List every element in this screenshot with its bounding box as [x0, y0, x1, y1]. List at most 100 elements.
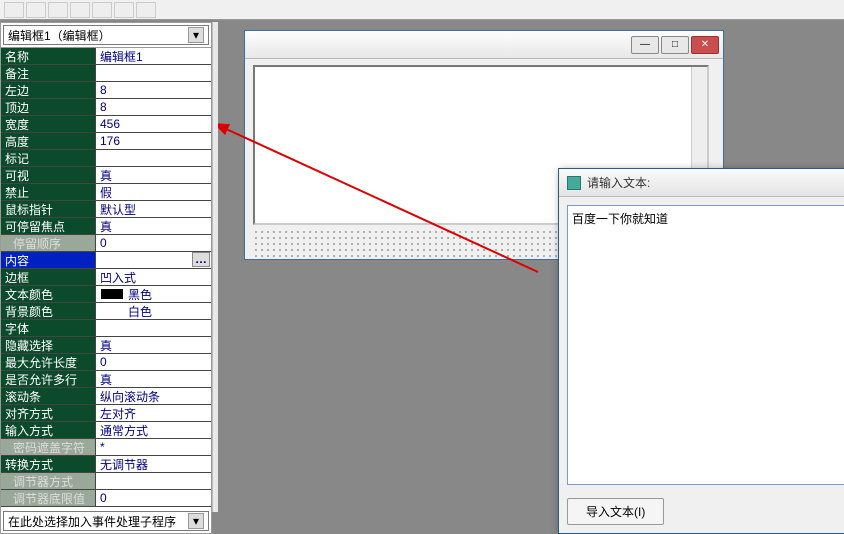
property-value[interactable] [96, 320, 211, 336]
property-value[interactable] [96, 150, 211, 166]
property-row[interactable]: 字体 [1, 320, 211, 337]
property-label: 背景颜色 [1, 303, 96, 319]
close-button[interactable]: ✕ [691, 36, 719, 54]
property-label: 左边 [1, 82, 96, 98]
property-value[interactable] [96, 65, 211, 81]
property-row[interactable]: 对齐方式左对齐 [1, 405, 211, 422]
property-row[interactable]: 名称编辑框1 [1, 48, 211, 65]
object-selector-dropdown[interactable]: 编辑框1（编辑框） ▾ [3, 25, 209, 45]
dropdown-text: 编辑框1（编辑框） [8, 27, 111, 44]
dialog-icon [567, 176, 581, 190]
property-label: 宽度 [1, 116, 96, 132]
text-input-area[interactable] [567, 205, 844, 485]
color-swatch [100, 305, 124, 317]
dialog-titlebar[interactable]: 请输入文本: — □ ✕ [559, 169, 844, 197]
property-row[interactable]: 高度176 [1, 133, 211, 150]
property-value[interactable]: 0 [96, 235, 211, 251]
property-label: 对齐方式 [1, 405, 96, 421]
property-row[interactable]: 是否允许多行真 [1, 371, 211, 388]
property-value[interactable]: 8 [96, 82, 211, 98]
property-row[interactable]: 文本颜色黑色 [1, 286, 211, 303]
property-value[interactable]: 编辑框1 [96, 48, 211, 64]
property-value[interactable]: 通常方式 [96, 422, 211, 438]
property-label: 隐藏选择 [1, 337, 96, 353]
property-row[interactable]: 背景颜色白色 [1, 303, 211, 320]
import-text-button[interactable]: 导入文本(I) [567, 498, 664, 525]
property-value[interactable]: * [96, 439, 211, 455]
property-label: 高度 [1, 133, 96, 149]
property-value[interactable]: … [96, 252, 211, 268]
property-value[interactable]: 无调节器 [96, 456, 211, 472]
property-label: 备注 [1, 65, 96, 81]
property-grid: 名称编辑框1备注左边8顶边8宽度456高度176标记可视真禁止假鼠标指针默认型可… [1, 48, 211, 507]
ellipsis-button[interactable]: … [192, 252, 210, 267]
chevron-down-icon: ▾ [188, 27, 204, 43]
event-handler-dropdown[interactable]: 在此处选择加入事件处理子程序 ▾ [3, 511, 209, 531]
property-row[interactable]: 标记 [1, 150, 211, 167]
property-row[interactable]: 密码遮盖字符* [1, 439, 211, 456]
toolbar-button[interactable] [92, 2, 112, 18]
property-value[interactable]: 白色 [96, 303, 211, 319]
property-row[interactable]: 左边8 [1, 82, 211, 99]
property-row[interactable]: 输入方式通常方式 [1, 422, 211, 439]
property-row[interactable]: 最大允许长度0 [1, 354, 211, 371]
property-value[interactable]: 0 [96, 354, 211, 370]
property-value[interactable]: 真 [96, 218, 211, 234]
property-row[interactable]: 可视真 [1, 167, 211, 184]
property-value[interactable] [96, 473, 211, 489]
property-label: 字体 [1, 320, 96, 336]
toolbar-button[interactable] [4, 2, 24, 18]
property-row[interactable]: 鼠标指针默认型 [1, 201, 211, 218]
property-row[interactable]: 内容 … [1, 252, 211, 269]
property-label: 鼠标指针 [1, 201, 96, 217]
property-label: 调节器方式 [1, 473, 96, 489]
property-row[interactable]: 停留顺序0 [1, 235, 211, 252]
property-row[interactable]: 隐藏选择真 [1, 337, 211, 354]
property-label: 可停留焦点 [1, 218, 96, 234]
property-row[interactable]: 边框凹入式 [1, 269, 211, 286]
chevron-down-icon: ▾ [188, 513, 204, 529]
property-value[interactable]: 0 [96, 490, 211, 506]
property-label: 转换方式 [1, 456, 96, 472]
design-canvas: — □ ✕ 请输入文本: — □ ✕ [218, 22, 844, 534]
property-value[interactable]: 左对齐 [96, 405, 211, 421]
property-value[interactable]: 凹入式 [96, 269, 211, 285]
property-label: 边框 [1, 269, 96, 285]
property-label: 是否允许多行 [1, 371, 96, 387]
property-row[interactable]: 转换方式无调节器 [1, 456, 211, 473]
property-row[interactable]: 可停留焦点真 [1, 218, 211, 235]
property-label: 调节器底限值 [1, 490, 96, 506]
property-row[interactable]: 滚动条纵向滚动条 [1, 388, 211, 405]
property-label: 禁止 [1, 184, 96, 200]
property-value[interactable]: 假 [96, 184, 211, 200]
property-row[interactable]: 宽度456 [1, 116, 211, 133]
property-label: 内容 [1, 252, 96, 268]
property-value[interactable]: 456 [96, 116, 211, 132]
property-label: 输入方式 [1, 422, 96, 438]
color-swatch [100, 288, 124, 300]
property-row[interactable]: 调节器底限值0 [1, 490, 211, 507]
minimize-button[interactable]: — [631, 36, 659, 54]
property-value[interactable]: 默认型 [96, 201, 211, 217]
dropdown-text: 在此处选择加入事件处理子程序 [8, 513, 176, 530]
toolbar-button[interactable] [114, 2, 134, 18]
property-label: 名称 [1, 48, 96, 64]
property-label: 滚动条 [1, 388, 96, 404]
property-row[interactable]: 禁止假 [1, 184, 211, 201]
property-value[interactable]: 真 [96, 371, 211, 387]
property-row[interactable]: 顶边8 [1, 99, 211, 116]
property-row[interactable]: 备注 [1, 65, 211, 82]
property-value[interactable]: 真 [96, 167, 211, 183]
maximize-button[interactable]: □ [661, 36, 689, 54]
toolbar-button[interactable] [70, 2, 90, 18]
property-value[interactable]: 黑色 [96, 286, 211, 302]
dialog-title-text: 请输入文本: [587, 174, 650, 191]
property-row[interactable]: 调节器方式 [1, 473, 211, 490]
property-value[interactable]: 8 [96, 99, 211, 115]
toolbar-button[interactable] [136, 2, 156, 18]
property-value[interactable]: 176 [96, 133, 211, 149]
toolbar-button[interactable] [26, 2, 46, 18]
property-value[interactable]: 纵向滚动条 [96, 388, 211, 404]
property-value[interactable]: 真 [96, 337, 211, 353]
toolbar-button[interactable] [48, 2, 68, 18]
